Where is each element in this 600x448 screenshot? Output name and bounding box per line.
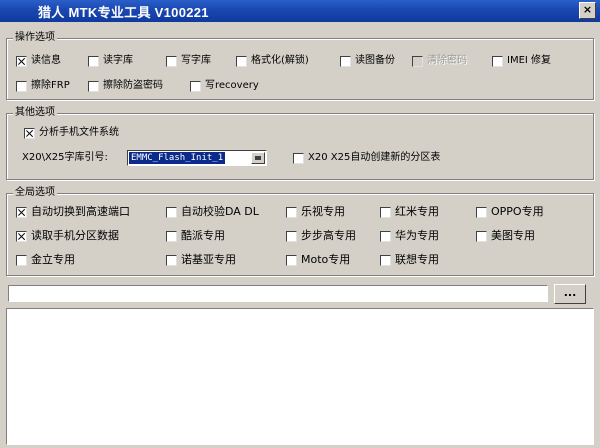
checkbox-icon[interactable] — [190, 80, 201, 92]
close-icon: × — [582, 3, 593, 16]
checkbox-label: 红米专用 — [395, 205, 439, 218]
checkbox-icon[interactable] — [16, 230, 27, 242]
flash-init-combo[interactable]: EMMC_Flash_Init_1 — [127, 150, 267, 166]
global-redmi[interactable]: 红米专用 — [380, 206, 439, 218]
ops-backup[interactable]: 读图备份 — [340, 55, 395, 67]
global-huawei[interactable]: 华为专用 — [380, 230, 439, 242]
checkbox-icon[interactable] — [16, 254, 27, 266]
close-button[interactable]: × — [579, 2, 596, 19]
checkbox-label: 步步高专用 — [301, 229, 356, 242]
checkbox-icon[interactable] — [16, 80, 27, 92]
ops-format[interactable]: 格式化(解锁) — [236, 55, 309, 67]
global-nokia[interactable]: 诺基亚专用 — [166, 254, 236, 266]
global-auto-highspeed[interactable]: 自动切换到高速端口 — [16, 206, 130, 218]
browse-button[interactable]: ... — [554, 284, 586, 304]
checkbox-label: IMEI 修复 — [507, 55, 552, 66]
checkbox-icon[interactable] — [236, 55, 247, 67]
checkbox-icon[interactable] — [16, 55, 27, 67]
checkbox-icon[interactable] — [476, 230, 487, 242]
global-lenovo[interactable]: 联想专用 — [380, 254, 439, 266]
combo-value: EMMC_Flash_Init_1 — [127, 151, 227, 165]
ops-erase-frp[interactable]: 擦除FRP — [16, 80, 70, 92]
checkbox-label: X20 X25自动创建新的分区表 — [308, 152, 441, 163]
checkbox-icon[interactable] — [380, 206, 391, 218]
global-gionee[interactable]: 金立专用 — [16, 254, 75, 266]
global-group-title: 全局选项 — [13, 187, 57, 199]
checkbox-icon[interactable] — [166, 230, 177, 242]
checkbox-label: 写recovery — [205, 80, 259, 91]
checkbox-icon[interactable] — [412, 55, 423, 67]
other-group: 其他选项 — [6, 107, 594, 180]
checkbox-label: 读取手机分区数据 — [31, 229, 119, 242]
global-coolpad[interactable]: 酷派专用 — [166, 230, 225, 242]
other-group-title: 其他选项 — [13, 107, 57, 119]
path-input[interactable] — [8, 285, 548, 302]
analyze-fs-checkbox[interactable]: 分析手机文件系统 — [24, 127, 119, 139]
ops-write-flash[interactable]: 写字库 — [166, 55, 211, 67]
checkbox-icon[interactable] — [24, 127, 35, 139]
global-letv[interactable]: 乐视专用 — [286, 206, 345, 218]
checkbox-label: 读字库 — [103, 55, 133, 66]
checkbox-label: 华为专用 — [395, 229, 439, 242]
global-oppo[interactable]: OPPO专用 — [476, 206, 544, 218]
checkbox-label: 擦除防盗密码 — [103, 80, 163, 91]
checkbox-label: 酷派专用 — [181, 229, 225, 242]
global-auto-verify[interactable]: 自动校验DA DL — [166, 206, 259, 218]
checkbox-label: 格式化(解锁) — [251, 55, 309, 66]
checkbox-label: 诺基亚专用 — [181, 253, 236, 266]
checkbox-label: 清除密码 — [427, 55, 467, 66]
checkbox-icon[interactable] — [380, 230, 391, 242]
global-moto[interactable]: Moto专用 — [286, 254, 350, 266]
checkbox-label: 擦除FRP — [31, 80, 70, 91]
global-vivo[interactable]: 步步高专用 — [286, 230, 356, 242]
checkbox-label: OPPO专用 — [491, 205, 544, 218]
checkbox-icon[interactable] — [286, 254, 297, 266]
checkbox-label: 读信息 — [31, 55, 61, 66]
checkbox-icon[interactable] — [293, 152, 304, 164]
title-bar[interactable]: 猎人 MTK专业工具 V100221 × — [0, 0, 600, 22]
window-title: 猎人 MTK专业工具 V100221 — [38, 5, 209, 20]
checkbox-label: 美图专用 — [491, 229, 535, 242]
checkbox-icon[interactable] — [492, 55, 503, 67]
ops-read-info[interactable]: 读信息 — [16, 55, 61, 67]
x20-flash-label: X20\X25字库引号: — [22, 152, 108, 163]
ops-erase-antitheft[interactable]: 擦除防盗密码 — [88, 80, 163, 92]
global-meitu[interactable]: 美图专用 — [476, 230, 535, 242]
checkbox-label: 乐视专用 — [301, 205, 345, 218]
checkbox-label: Moto专用 — [301, 253, 351, 266]
ops-read-flash[interactable]: 读字库 — [88, 55, 133, 67]
chevron-down-icon — [255, 156, 261, 160]
checkbox-icon[interactable] — [476, 206, 487, 218]
checkbox-icon[interactable] — [166, 254, 177, 266]
checkbox-label: 分析手机文件系统 — [39, 127, 119, 138]
checkbox-label: 金立专用 — [31, 253, 75, 266]
checkbox-icon[interactable] — [88, 80, 99, 92]
ops-clear-password[interactable]: 清除密码 — [412, 55, 467, 67]
checkbox-icon[interactable] — [286, 230, 297, 242]
checkbox-label: 自动校验DA DL — [181, 205, 259, 218]
checkbox-icon[interactable] — [166, 55, 177, 67]
log-output[interactable] — [6, 308, 594, 445]
checkbox-icon[interactable] — [166, 206, 177, 218]
dropdown-button[interactable] — [251, 152, 265, 164]
checkbox-icon[interactable] — [88, 55, 99, 67]
checkbox-icon[interactable] — [340, 55, 351, 67]
ops-write-recovery[interactable]: 写recovery — [190, 80, 259, 92]
checkbox-icon[interactable] — [286, 206, 297, 218]
auto-partition-checkbox[interactable]: X20 X25自动创建新的分区表 — [293, 152, 440, 164]
checkbox-icon[interactable] — [16, 206, 27, 218]
checkbox-label: 读图备份 — [355, 55, 395, 66]
checkbox-label: 自动切换到高速端口 — [31, 205, 130, 218]
global-read-partitions[interactable]: 读取手机分区数据 — [16, 230, 119, 242]
checkbox-label: 联想专用 — [395, 253, 439, 266]
checkbox-icon[interactable] — [380, 254, 391, 266]
checkbox-label: 写字库 — [181, 55, 211, 66]
ops-group-title: 操作选项 — [13, 32, 57, 44]
ops-imei-repair[interactable]: IMEI 修复 — [492, 55, 551, 67]
